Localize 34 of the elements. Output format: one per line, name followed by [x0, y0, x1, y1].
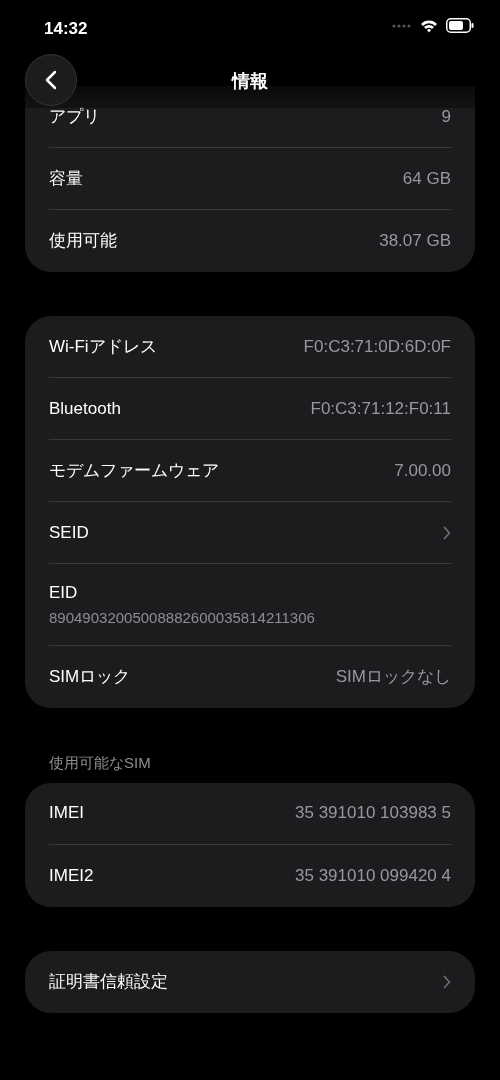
- battery-icon: [446, 18, 474, 33]
- back-icon: [45, 70, 57, 90]
- row-label: 使用可能: [49, 230, 117, 253]
- row-label: IMEI2: [49, 864, 94, 887]
- row-label: アプリ: [49, 105, 100, 128]
- row-value: 35 391010 099420 4: [295, 864, 451, 887]
- settings-row[interactable]: SEID: [49, 502, 451, 564]
- row-label: Wi-Fiアドレス: [49, 335, 157, 358]
- row-value: 64 GB: [402, 167, 451, 190]
- row-label: 証明書信頼設定: [49, 970, 168, 993]
- wifi-icon: [420, 18, 438, 33]
- chevron-icon: [443, 974, 451, 989]
- row-value: F0:C3:71:0D:6D:0F: [303, 335, 451, 358]
- row-value: 89049032005008882600035814211306: [49, 608, 315, 628]
- signal-icon: [392, 23, 412, 28]
- section-header: 使用可能なSIM: [49, 753, 152, 773]
- row-value: F0:C3:71:12:F0:11: [310, 397, 451, 420]
- row-label: SIMロック: [49, 666, 131, 689]
- row-label: 容量: [49, 167, 83, 190]
- page-title: 情報: [232, 70, 268, 93]
- row-value: 9: [441, 105, 451, 128]
- row-value: 35 391010 103983 5: [295, 802, 451, 825]
- row-value: 38.07 GB: [379, 230, 451, 253]
- row-label: モデムファームウェア: [49, 459, 219, 482]
- row-value: 7.00.00: [394, 459, 451, 482]
- status-time: 14:32: [44, 18, 88, 40]
- row-label: SEID: [49, 521, 89, 544]
- settings-row[interactable]: 証明書信頼設定: [49, 950, 451, 1013]
- row-label: IMEI: [49, 802, 84, 825]
- row-value: SIMロックなし: [335, 666, 451, 689]
- row-label: EID: [49, 581, 78, 604]
- chevron-icon: [443, 525, 451, 540]
- row-label: Bluetooth: [49, 397, 121, 420]
- back-button[interactable]: [25, 54, 77, 106]
